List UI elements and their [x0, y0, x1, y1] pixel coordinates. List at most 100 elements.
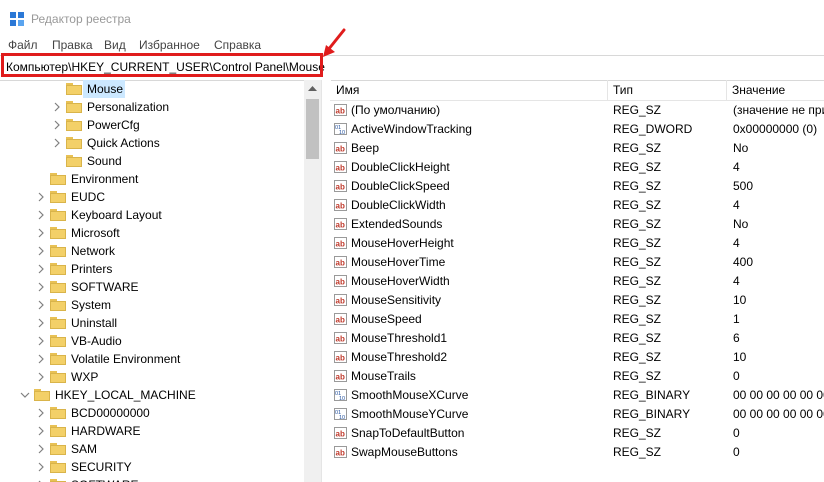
value-type: REG_BINARY	[613, 388, 691, 402]
value-row[interactable]: ab ExtendedSounds REG_SZ No	[330, 215, 824, 234]
svg-text:ab: ab	[336, 240, 345, 249]
tree-item[interactable]: HKEY_LOCAL_MACHINE	[0, 386, 304, 404]
tree-item[interactable]: Microsoft	[0, 224, 304, 242]
value-type: REG_SZ	[613, 217, 662, 231]
value-row[interactable]: ab SwapMouseButtons REG_SZ 0	[330, 443, 824, 462]
column-separator[interactable]	[726, 80, 727, 100]
string-value-icon: ab	[334, 370, 347, 382]
chevron-right-icon[interactable]	[36, 191, 46, 203]
value-row[interactable]: ab MouseHoverTime REG_SZ 400	[330, 253, 824, 272]
column-header-name[interactable]: Имя	[336, 83, 359, 97]
tree-item-label: SAM	[71, 442, 98, 456]
column-separator[interactable]	[607, 80, 608, 100]
chevron-right-icon[interactable]	[36, 461, 46, 473]
scroll-thumb[interactable]	[306, 99, 319, 159]
value-type: REG_SZ	[613, 445, 662, 459]
chevron-right-icon[interactable]	[36, 281, 46, 293]
value-row[interactable]: 01 10 ActiveWindowTracking REG_DWORD 0x00000…	[330, 120, 824, 139]
folder-icon	[50, 172, 66, 185]
chevron-right-icon[interactable]	[36, 299, 46, 311]
column-header-type[interactable]: Тип	[613, 83, 633, 97]
folder-icon	[66, 136, 82, 149]
value-type: REG_SZ	[613, 236, 662, 250]
chevron-right-icon[interactable]	[36, 263, 46, 275]
chevron-right-icon[interactable]	[36, 245, 46, 257]
value-row[interactable]: ab (По умолчанию) REG_SZ (значение не при	[330, 101, 824, 120]
chevron-right-icon[interactable]	[36, 371, 46, 383]
tree-item[interactable]: Sound	[0, 152, 304, 170]
value-data: 00 00 00 00 00 00 0	[733, 407, 824, 421]
value-data: 0	[733, 445, 740, 459]
chevron-right-icon[interactable]	[36, 425, 46, 437]
menu-view[interactable]: Вид	[104, 38, 126, 52]
value-data: 0x00000000 (0)	[733, 122, 818, 136]
value-data: 1	[733, 312, 740, 326]
binary-value-icon: 01 10	[334, 123, 347, 136]
tree-item[interactable]: System	[0, 296, 304, 314]
value-row[interactable]: ab MouseHoverWidth REG_SZ 4	[330, 272, 824, 291]
tree-item[interactable]: Keyboard Layout	[0, 206, 304, 224]
chevron-right-icon[interactable]	[36, 317, 46, 329]
list-header: Имя Тип Значение	[330, 80, 824, 101]
value-row[interactable]: ab MouseSensitivity REG_SZ 10	[330, 291, 824, 310]
value-row[interactable]: ab DoubleClickWidth REG_SZ 4	[330, 196, 824, 215]
tree-item[interactable]: Volatile Environment	[0, 350, 304, 368]
tree-item[interactable]: SOFTWARE	[0, 476, 304, 482]
menu-help[interactable]: Справка	[214, 38, 261, 52]
tree-item[interactable]: Mouse	[0, 80, 304, 98]
tree-item[interactable]: HARDWARE	[0, 422, 304, 440]
folder-icon	[50, 280, 66, 293]
chevron-right-icon[interactable]	[36, 407, 46, 419]
tree-item[interactable]: PowerCfg	[0, 116, 304, 134]
string-value-icon: ab	[334, 161, 347, 173]
tree-item[interactable]: VB-Audio	[0, 332, 304, 350]
chevron-right-icon[interactable]	[36, 335, 46, 347]
tree-item[interactable]: Printers	[0, 260, 304, 278]
value-row[interactable]: ab MouseThreshold1 REG_SZ 6	[330, 329, 824, 348]
scroll-up-arrow-icon[interactable]	[304, 80, 321, 97]
chevron-right-icon[interactable]	[52, 137, 62, 149]
tree-item[interactable]: SAM	[0, 440, 304, 458]
tree-item[interactable]: WXP	[0, 368, 304, 386]
value-data: 4	[733, 198, 740, 212]
svg-text:ab: ab	[336, 259, 345, 268]
value-row[interactable]: ab Beep REG_SZ No	[330, 139, 824, 158]
chevron-down-icon[interactable]	[20, 389, 30, 401]
value-type: REG_SZ	[613, 160, 662, 174]
value-row[interactable]: 01 10 SmoothMouseYCurve REG_BINARY 00 00 00 …	[330, 405, 824, 424]
value-row[interactable]: ab MouseTrails REG_SZ 0	[330, 367, 824, 386]
value-row[interactable]: ab DoubleClickSpeed REG_SZ 500	[330, 177, 824, 196]
menu-edit[interactable]: Правка	[52, 38, 93, 52]
value-row[interactable]: ab DoubleClickHeight REG_SZ 4	[330, 158, 824, 177]
chevron-right-icon[interactable]	[36, 227, 46, 239]
value-row[interactable]: ab MouseHoverHeight REG_SZ 4	[330, 234, 824, 253]
chevron-right-icon[interactable]	[52, 119, 62, 131]
tree-item[interactable]: Network	[0, 242, 304, 260]
tree-item[interactable]: SECURITY	[0, 458, 304, 476]
tree-item[interactable]: Environment	[0, 170, 304, 188]
folder-icon	[50, 460, 66, 473]
value-row[interactable]: ab SnapToDefaultButton REG_SZ 0	[330, 424, 824, 443]
value-type: REG_SZ	[613, 426, 662, 440]
tree-item[interactable]: SOFTWARE	[0, 278, 304, 296]
chevron-right-icon[interactable]	[52, 101, 62, 113]
tree-scrollbar[interactable]	[304, 80, 321, 482]
value-row[interactable]: 01 10 SmoothMouseXCurve REG_BINARY 00 00 00 …	[330, 386, 824, 405]
chevron-right-icon[interactable]	[36, 353, 46, 365]
value-row[interactable]: ab MouseThreshold2 REG_SZ 10	[330, 348, 824, 367]
column-header-data[interactable]: Значение	[732, 83, 785, 97]
chevron-right-icon[interactable]	[36, 209, 46, 221]
chevron-right-icon[interactable]	[36, 443, 46, 455]
value-row[interactable]: ab MouseSpeed REG_SZ 1	[330, 310, 824, 329]
tree-item[interactable]: BCD00000000	[0, 404, 304, 422]
tree-pane[interactable]: Mouse Personalization PowerCfg Quick Action…	[0, 80, 304, 482]
menu-favorites[interactable]: Избранное	[139, 38, 200, 52]
value-type: REG_SZ	[613, 274, 662, 288]
menu-file[interactable]: Файл	[8, 38, 38, 52]
tree-item-label: Keyboard Layout	[71, 208, 162, 222]
tree-item[interactable]: Uninstall	[0, 314, 304, 332]
tree-item[interactable]: EUDC	[0, 188, 304, 206]
binary-value-icon: 01 10	[334, 389, 347, 402]
tree-item[interactable]: Personalization	[0, 98, 304, 116]
tree-item[interactable]: Quick Actions	[0, 134, 304, 152]
